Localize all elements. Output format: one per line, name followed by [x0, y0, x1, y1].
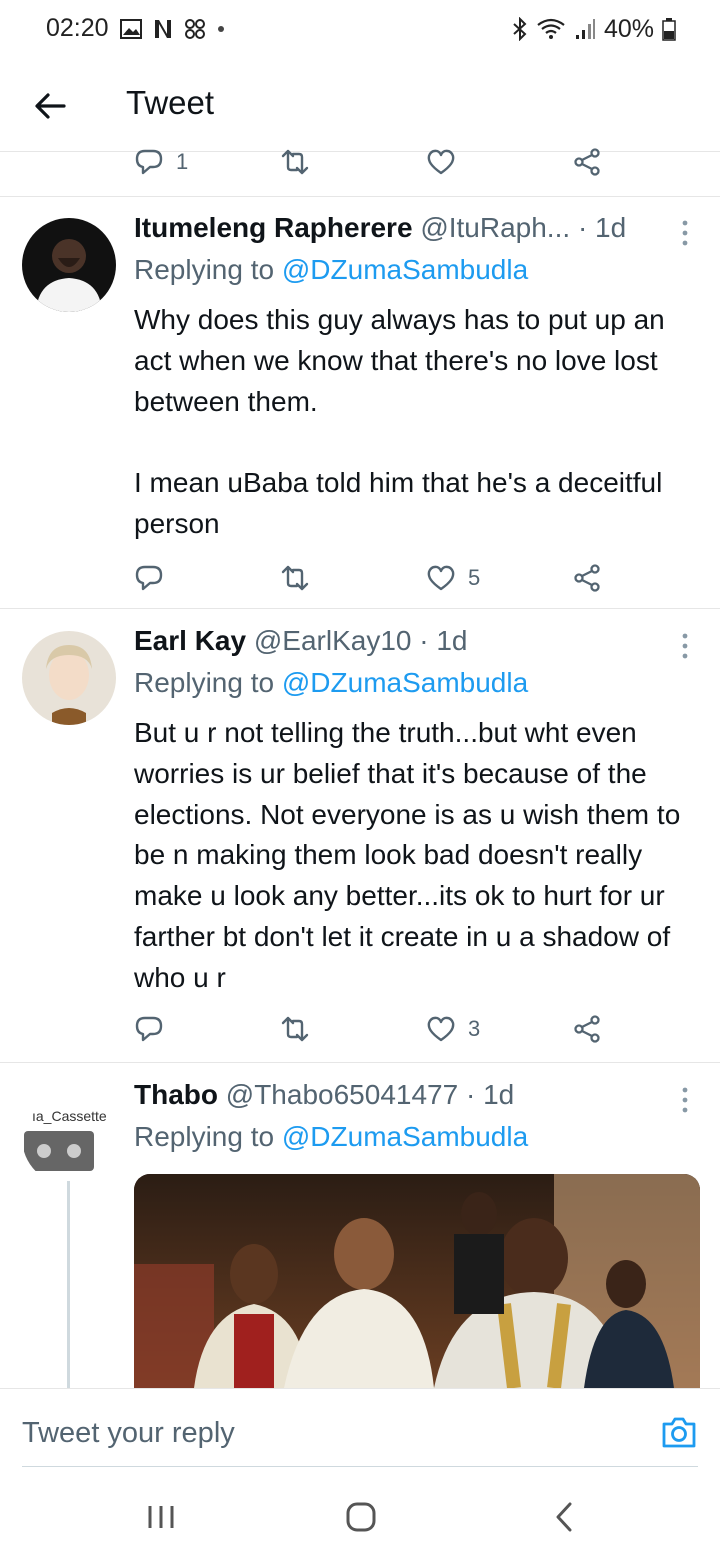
system-nav-bar [0, 1470, 720, 1560]
reply-button[interactable]: 1 [134, 142, 188, 182]
more-icon[interactable] [680, 218, 690, 248]
author-handle[interactable]: @Thabo65041477 [226, 1079, 458, 1110]
replying-prefix: Replying to [134, 667, 275, 698]
avatar[interactable] [22, 631, 116, 725]
retweet-button[interactable] [280, 142, 310, 182]
home-icon[interactable] [344, 1500, 378, 1534]
divider [0, 196, 720, 197]
author-name[interactable]: Thabo [134, 1079, 218, 1110]
nav-back-icon[interactable] [548, 1500, 582, 1534]
reply-icon [135, 149, 163, 175]
reply-tweet[interactable]: Earl Kay @EarlKay10 · 1d Replying to @DZ… [0, 625, 720, 1061]
retweet-icon [281, 565, 309, 591]
tweet-time: · 1d [465, 1079, 515, 1110]
author-name[interactable]: Itumeleng Rapherere [134, 212, 413, 243]
share-button[interactable] [572, 558, 602, 598]
signal-icon [575, 19, 595, 39]
reply-input[interactable]: Tweet your reply [22, 1417, 235, 1450]
reply-button[interactable] [134, 1009, 176, 1049]
like-button[interactable]: 5 [426, 558, 480, 598]
tweet-header: Thabo @Thabo65041477 · 1d [134, 1079, 674, 1119]
share-icon [574, 148, 600, 176]
dot-icon [218, 26, 224, 32]
like-icon [427, 149, 455, 175]
retweet-button[interactable] [280, 558, 322, 598]
tweet-header: Earl Kay @EarlKay10 · 1d [134, 625, 674, 665]
status-bar: 02:20 40% [0, 0, 720, 60]
tweet-time: · 1d [577, 212, 627, 243]
reply-button[interactable] [134, 558, 176, 598]
battery-icon [662, 18, 676, 41]
app-bar: Tweet [0, 60, 720, 152]
page-title: Tweet [126, 84, 215, 121]
reply-underline [22, 1466, 698, 1467]
tweet-actions: 5 [134, 558, 604, 598]
replying-prefix: Replying to [134, 1121, 275, 1152]
author-handle[interactable]: @EarlKay10 [254, 625, 412, 656]
author-name[interactable]: Earl Kay [134, 625, 246, 656]
reply-count: 1 [176, 149, 189, 174]
bluetooth-icon [513, 17, 527, 41]
avatar-caption: ıa_Cassette [32, 1108, 107, 1124]
retweet-icon [281, 149, 309, 175]
reply-composer[interactable]: Tweet your reply [0, 1388, 720, 1468]
previous-tweet-actions: 1 [134, 142, 604, 182]
replying-to: Replying to @DZumaSambudla [134, 254, 528, 286]
share-button[interactable] [572, 142, 602, 182]
mention-link[interactable]: @DZumaSambudla [282, 1121, 528, 1152]
notification-icons [120, 14, 226, 44]
replying-prefix: Replying to [134, 254, 275, 285]
avatar[interactable] [22, 218, 116, 312]
like-icon [427, 565, 455, 591]
system-icons: 40% [512, 14, 676, 44]
back-arrow-icon[interactable] [30, 86, 70, 126]
replying-to: Replying to @DZumaSambudla [134, 667, 528, 699]
share-button[interactable] [572, 1009, 602, 1049]
tweet-text: But u r not telling the truth...but wht … [134, 717, 689, 993]
gallery-icon [120, 19, 142, 39]
mention-link[interactable]: @DZumaSambudla [282, 254, 528, 285]
mention-link[interactable]: @DZumaSambudla [282, 667, 528, 698]
divider [0, 608, 720, 609]
divider [0, 1062, 720, 1063]
like-count: 3 [468, 1016, 481, 1041]
reply-tweet[interactable]: Itumeleng Rapherere @ItuRaph... · 1d Rep… [0, 212, 720, 608]
more-icon[interactable] [680, 1085, 690, 1115]
netflix-icon [155, 20, 171, 38]
reply-icon [135, 565, 163, 591]
reply-icon [135, 1016, 163, 1042]
share-icon [574, 1015, 600, 1043]
tweet-header: Itumeleng Rapherere @ItuRaph... · 1d [134, 212, 674, 252]
more-icon[interactable] [680, 631, 690, 661]
camera-icon[interactable] [660, 1413, 698, 1451]
replying-to: Replying to @DZumaSambudla [134, 1121, 528, 1153]
like-button[interactable] [426, 142, 456, 182]
retweet-button[interactable] [280, 1009, 322, 1049]
retweet-icon [281, 1016, 309, 1042]
like-button[interactable]: 3 [426, 1009, 480, 1049]
tweet-actions: 3 [134, 1009, 604, 1049]
status-time: 02:20 [46, 14, 109, 42]
wifi-icon [537, 18, 565, 39]
avatar[interactable]: ıa_Cassette [22, 1091, 116, 1185]
share-icon [574, 564, 600, 592]
like-icon [427, 1016, 455, 1042]
like-count: 5 [468, 565, 481, 590]
recents-icon[interactable] [144, 1500, 178, 1534]
author-handle[interactable]: @ItuRaph... [420, 212, 570, 243]
thread-line [67, 1181, 70, 1388]
battery-percent: 40% [603, 14, 654, 43]
app-icon [185, 19, 205, 39]
tweet-time: · 1d [419, 625, 468, 656]
tweet-image[interactable] [134, 1174, 700, 1388]
tweet-text: Why does this guy always has to put up a… [134, 304, 665, 539]
